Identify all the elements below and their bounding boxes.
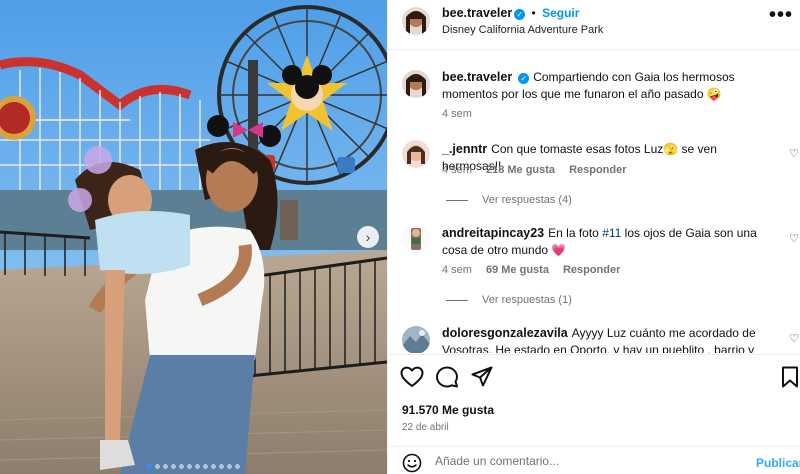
comment-time: 4 sem — [442, 264, 472, 276]
heart-icon[interactable] — [400, 366, 424, 391]
comment-likes[interactable]: 69 Me gusta — [486, 264, 549, 276]
caption-username[interactable]: bee.traveler — [442, 70, 512, 84]
likes-count[interactable]: 91.570 Me gusta — [402, 403, 494, 417]
carousel-dot — [219, 464, 224, 469]
carousel-dots — [0, 464, 387, 472]
verified-badge-icon: ✓ — [514, 9, 526, 20]
post-date: 22 de abril — [402, 422, 449, 433]
carousel-dot — [235, 464, 240, 469]
caption-time: 4 sem — [442, 108, 472, 120]
follow-button[interactable]: Seguir — [542, 6, 579, 20]
carousel-dot — [203, 464, 208, 469]
carousel-dot — [171, 464, 176, 469]
avatar[interactable] — [402, 225, 430, 253]
comment-item: doloresgonzalezavila Ayyyy Luz cuánto me … — [442, 325, 777, 353]
share-icon[interactable] — [471, 366, 493, 391]
comment-meta: 4 sem 69 Me gusta Responder — [442, 264, 620, 276]
avatar[interactable] — [402, 326, 430, 353]
carousel-dot — [179, 464, 184, 469]
post-side-panel: bee.traveler ✓ • Seguir Disney California… — [387, 0, 800, 474]
comment-likes[interactable]: 218 Me gusta — [486, 164, 555, 176]
carousel-dot — [147, 464, 152, 469]
view-replies-button[interactable]: Ver respuestas (4) — [446, 194, 572, 206]
add-comment-bar: Publicar — [388, 446, 800, 474]
chevron-right-icon: › — [365, 229, 371, 245]
more-options-icon[interactable]: ••• — [769, 4, 793, 27]
carousel-dot — [155, 464, 160, 469]
view-replies-label: Ver respuestas (1) — [482, 294, 572, 306]
view-replies-button[interactable]: Ver respuestas (1) — [446, 294, 572, 306]
separator-dot: • — [531, 6, 536, 20]
comments-list: bee.traveler ✓ Compartiendo con Gaia los h… — [388, 51, 800, 353]
avatar[interactable] — [402, 7, 430, 35]
next-photo-button[interactable]: › — [357, 226, 379, 248]
comment-input[interactable] — [435, 454, 745, 468]
location-link[interactable]: Disney California Adventure Park — [442, 24, 603, 36]
comment-text-before: En la foto — [548, 226, 599, 240]
bookmark-icon[interactable] — [781, 366, 799, 391]
post-photo[interactable]: › — [0, 0, 387, 474]
reply-button[interactable]: Responder — [569, 164, 626, 176]
caption: bee.traveler ✓ Compartiendo con Gaia los h… — [442, 69, 787, 103]
carousel-dot — [163, 464, 168, 469]
author-username[interactable]: bee.traveler — [442, 6, 512, 20]
avatar[interactable] — [402, 140, 430, 168]
comment-username[interactable]: doloresgonzalezavila — [442, 326, 568, 340]
comment-like-heart-icon[interactable]: ♡ — [789, 147, 799, 160]
comment-like-heart-icon[interactable]: ♡ — [789, 332, 799, 345]
reply-button[interactable]: Responder — [563, 264, 620, 276]
comment-time: 4 sem — [442, 164, 472, 176]
hashtag-link[interactable]: #11 — [602, 226, 621, 240]
comment-like-heart-icon[interactable]: ♡ — [789, 232, 799, 245]
carousel-dot — [195, 464, 200, 469]
comment-icon[interactable] — [436, 366, 458, 391]
comment-meta: 4 sem 218 Me gusta Responder — [442, 164, 627, 176]
comment-username[interactable]: _.jenntr — [442, 142, 487, 156]
verified-badge-icon: ✓ — [518, 73, 530, 84]
avatar[interactable] — [402, 70, 430, 98]
carousel-dot — [187, 464, 192, 469]
carousel-dot — [211, 464, 216, 469]
post-actions: 91.570 Me gusta 22 de abril — [388, 354, 800, 444]
carousel-dot — [227, 464, 232, 469]
photo-image — [0, 0, 387, 474]
replies-divider — [446, 199, 468, 201]
replies-divider — [446, 299, 468, 301]
view-replies-label: Ver respuestas (4) — [482, 194, 572, 206]
publish-button[interactable]: Publicar — [756, 456, 800, 470]
emoji-icon[interactable] — [402, 453, 422, 474]
comment-item: andreitapincay23 En la foto #11 los ojos … — [442, 225, 777, 259]
comment-username[interactable]: andreitapincay23 — [442, 226, 544, 240]
post-header: bee.traveler ✓ • Seguir Disney California… — [388, 0, 800, 50]
